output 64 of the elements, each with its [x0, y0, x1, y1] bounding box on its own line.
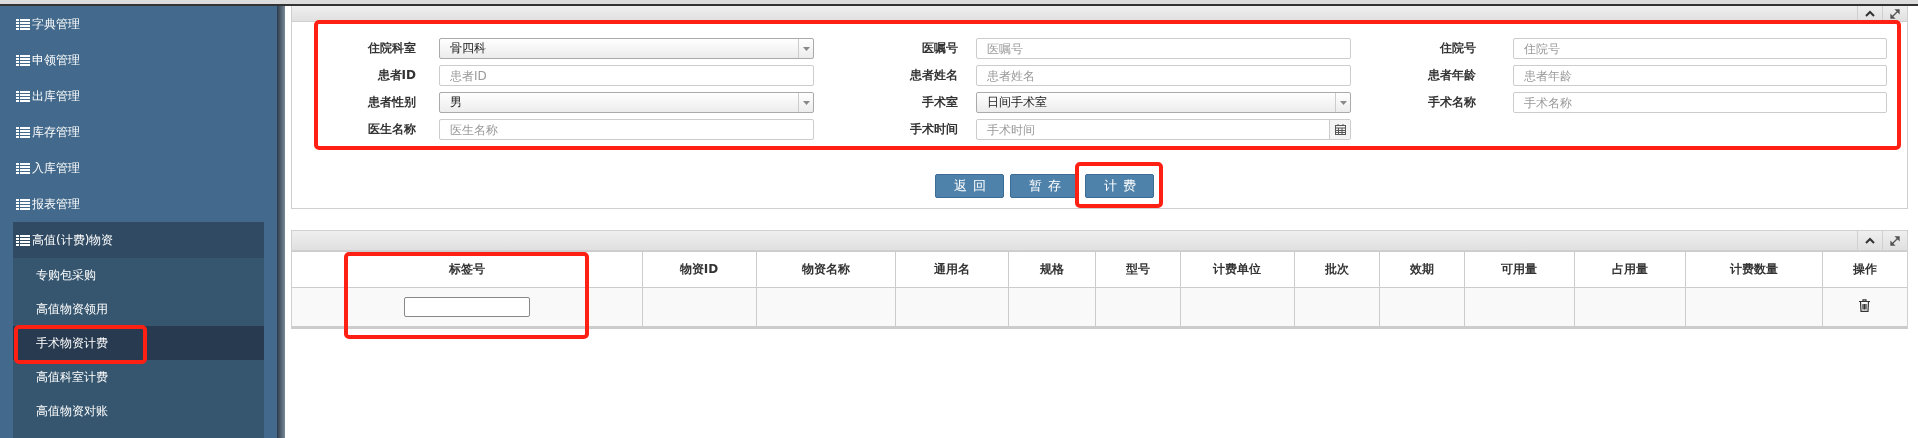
caret-icon	[1339, 100, 1347, 105]
field-label: 手术名称	[1427, 94, 1477, 111]
column-header: 可用量	[1464, 251, 1574, 288]
list-icon	[16, 198, 30, 210]
field-label: 患者ID	[376, 67, 417, 84]
expand-icon[interactable]	[1890, 235, 1900, 246]
field-label: 患者性别	[367, 94, 417, 111]
field-label: 医生名称	[367, 121, 417, 138]
field-label: 医嘱号	[921, 40, 959, 57]
column-header: 占用量	[1574, 251, 1685, 288]
input-field[interactable]: 医生名称	[439, 119, 814, 140]
list-icon	[16, 18, 30, 30]
column-header: 操作	[1822, 251, 1907, 288]
action-button[interactable]: 返回	[935, 174, 1004, 198]
input-field[interactable]: 患者姓名	[976, 65, 1351, 86]
column-header: 计费数量	[1685, 251, 1822, 288]
menu-item[interactable]: 出库管理	[0, 78, 278, 114]
chevron-up-icon[interactable]	[1865, 10, 1875, 17]
menu-item[interactable]: 入库管理	[0, 150, 278, 186]
field-label: 患者姓名	[909, 67, 959, 84]
input-field[interactable]: 医嘱号	[976, 38, 1351, 59]
column-header: 物资ID	[642, 251, 756, 288]
field-label: 手术室	[921, 94, 959, 111]
submenu-item[interactable]: 高值科室计费	[13, 360, 265, 394]
list-icon	[16, 162, 30, 174]
chevron-up-icon[interactable]	[1865, 237, 1875, 244]
column-header: 规格	[1008, 251, 1095, 288]
expand-icon[interactable]	[1890, 8, 1900, 19]
calendar-icon	[1334, 124, 1346, 135]
action-button[interactable]: 计费	[1085, 174, 1154, 198]
select-field[interactable]: 日间手术室	[976, 92, 1351, 113]
input-field[interactable]: 手术名称	[1513, 92, 1887, 113]
column-header: 物资名称	[756, 251, 895, 288]
column-header: 效期	[1379, 251, 1464, 288]
select-field[interactable]: 男	[439, 92, 814, 113]
input-field[interactable]: 患者年龄	[1513, 65, 1887, 86]
list-icon	[16, 234, 30, 246]
caret-icon	[802, 100, 810, 105]
select-field[interactable]: 骨四科	[439, 38, 814, 59]
submenu-item[interactable]: 专购包采购	[13, 258, 265, 292]
column-header: 型号	[1095, 251, 1180, 288]
field-label: 住院科室	[366, 40, 417, 57]
field-label: 手术时间	[909, 121, 959, 138]
menu-item[interactable]: 字典管理	[0, 6, 278, 42]
menu-item[interactable]: 申领管理	[0, 42, 278, 78]
menu-item[interactable]: 库存管理	[0, 114, 278, 150]
trash-icon[interactable]	[1859, 299, 1871, 312]
date-field[interactable]: 手术时间	[976, 119, 1351, 140]
list-icon	[16, 126, 30, 138]
input-field[interactable]: 住院号	[1513, 38, 1887, 59]
submenu-item[interactable]: 高值物资领用	[13, 292, 265, 326]
field-label: 住院号	[1438, 40, 1477, 57]
column-header: 通用名	[895, 251, 1008, 288]
caret-icon	[802, 46, 810, 51]
column-header: 计费单位	[1180, 251, 1294, 288]
input-field[interactable]: 患者ID	[439, 65, 814, 86]
tag-input-field[interactable]	[403, 297, 530, 317]
list-icon	[16, 90, 30, 102]
field-label: 患者年龄	[1427, 67, 1477, 84]
submenu-item[interactable]: 高值物资对账	[13, 394, 265, 428]
menu-group[interactable]: 高值(计费)物资	[13, 222, 265, 258]
menu-item[interactable]: 报表管理	[0, 186, 278, 222]
list-icon	[16, 54, 30, 66]
column-header: 批次	[1294, 251, 1379, 288]
